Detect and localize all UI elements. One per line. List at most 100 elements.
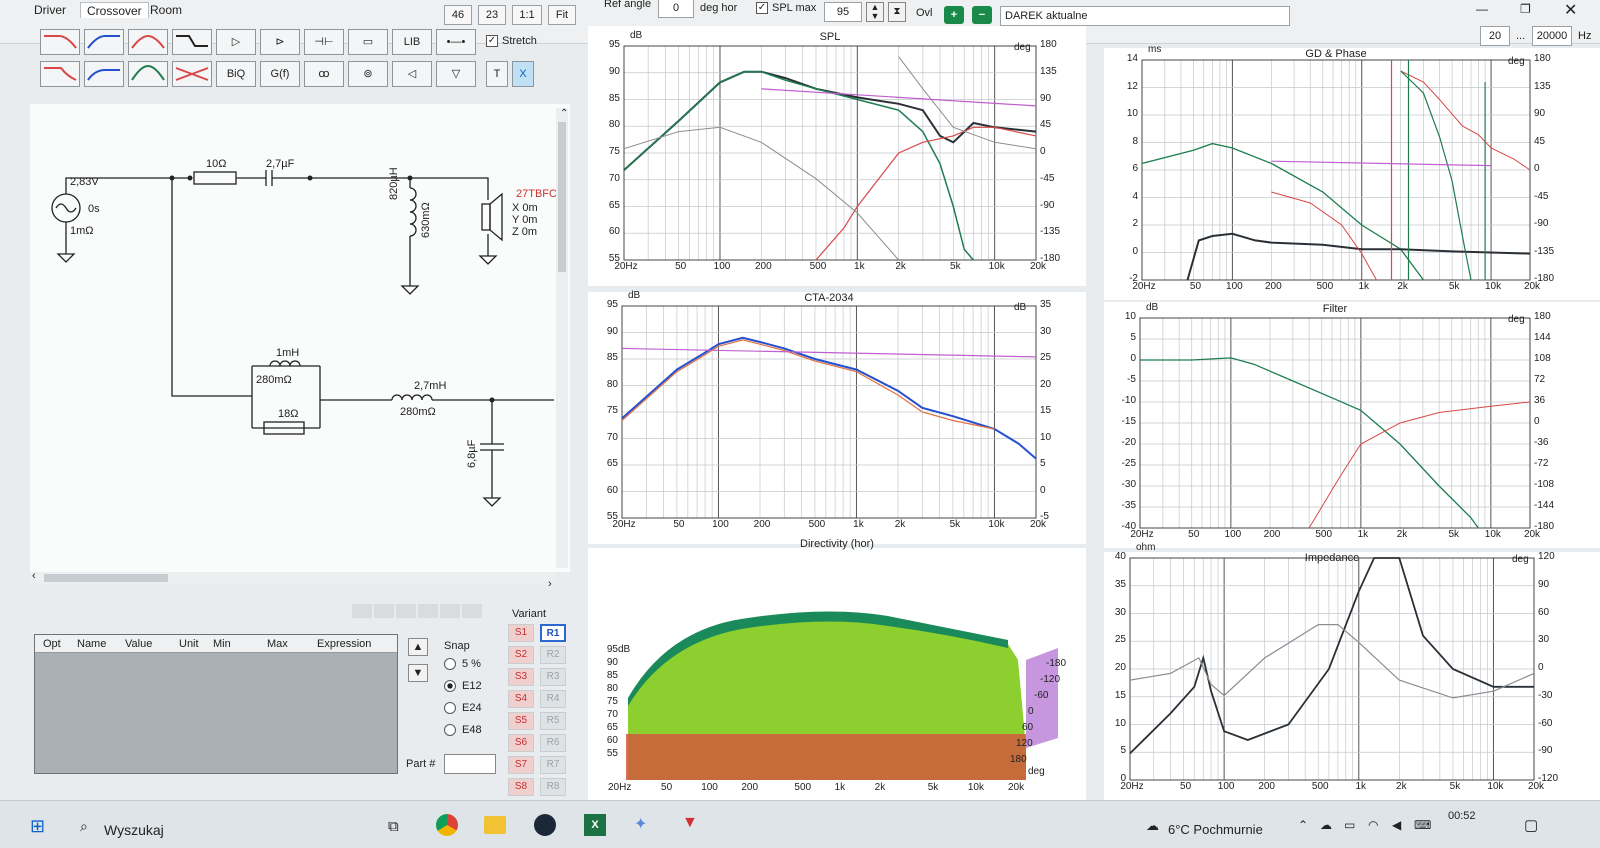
- variant-r-button[interactable]: R2: [540, 646, 566, 664]
- spl-spin-icon[interactable]: ▲ ▼: [866, 2, 884, 22]
- cta-chart-panel[interactable]: CTA-2034 95 90 85 80 75 70 65 60 55 35 30 25 20 15 10 5 0…: [588, 290, 1086, 544]
- directivity-chart-panel[interactable]: Directivity (hor) 95 90 85 80 75 70 65 60 55 dB -18…: [588, 538, 1086, 800]
- spl-max-input[interactable]: 95: [824, 2, 862, 22]
- highpass2-blue-tool-icon[interactable]: [84, 61, 124, 87]
- part-input[interactable]: [444, 754, 496, 774]
- opt-tool-icon[interactable]: [374, 604, 394, 618]
- variant-r-button[interactable]: R7: [540, 756, 566, 774]
- impedance-chart-panel[interactable]: Impedance 40 35 30 25 20 15 10 5 0 120 90 60 30 0 -30 -6…: [1104, 542, 1600, 800]
- app-icon[interactable]: ✦: [634, 814, 647, 834]
- windows-start-icon[interactable]: ⊞: [30, 816, 45, 837]
- scroll-left-icon[interactable]: ‹: [32, 570, 36, 582]
- spl-max-checkbox[interactable]: ✓: [756, 2, 768, 14]
- tab-driver[interactable]: Driver: [28, 2, 72, 18]
- remove-overlay-icon[interactable]: −: [972, 6, 992, 24]
- stretch-checkbox[interactable]: ✓: [486, 35, 498, 47]
- search-icon[interactable]: ⌕: [80, 818, 88, 835]
- zoom-1to1-button[interactable]: 1:1: [512, 5, 542, 25]
- opt-tool-icon[interactable]: [418, 604, 438, 618]
- snap-radio[interactable]: [444, 680, 456, 692]
- inductor-tool-icon[interactable]: ꝏ: [304, 61, 344, 87]
- variant-s-button[interactable]: S3: [508, 668, 534, 686]
- variant-s-button[interactable]: S8: [508, 778, 534, 796]
- notifications-icon[interactable]: ▢: [1524, 816, 1538, 834]
- bandpass-green-tool-icon[interactable]: [128, 61, 168, 87]
- capacitor-tool-icon[interactable]: ⊣⊢: [304, 29, 344, 55]
- clock-time[interactable]: 00:52: [1448, 810, 1476, 822]
- opt-tool-icon[interactable]: [352, 604, 372, 618]
- zoom-fit-button[interactable]: Fit: [548, 5, 576, 25]
- highpass-blue-tool-icon[interactable]: [84, 29, 124, 55]
- speaker-tool-icon[interactable]: ◁: [392, 61, 432, 87]
- close-icon[interactable]: ✕: [1564, 0, 1577, 20]
- variant-r-button[interactable]: R5: [540, 712, 566, 730]
- move-down-icon[interactable]: ▼: [408, 664, 428, 682]
- variant-s-button[interactable]: S2: [508, 646, 534, 664]
- opt-table[interactable]: Opt Name Value Unit Min Max Expression: [34, 634, 398, 774]
- variant-s-button[interactable]: S1: [508, 624, 534, 642]
- lowpass-red-tool-icon[interactable]: [40, 29, 80, 55]
- wire-tool-icon[interactable]: •—•: [436, 29, 476, 55]
- move-up-icon[interactable]: ▲: [408, 638, 428, 656]
- variant-r-button[interactable]: R8: [540, 778, 566, 796]
- variant-s-button[interactable]: S7: [508, 756, 534, 774]
- scroll-up-icon[interactable]: ⌃: [560, 108, 568, 119]
- buffer-tool-icon[interactable]: ▷: [216, 29, 256, 55]
- transformer-tool-icon[interactable]: ⊚: [348, 61, 388, 87]
- variant-s-button[interactable]: S6: [508, 734, 534, 752]
- add-overlay-icon[interactable]: +: [944, 6, 964, 24]
- text-tool-button[interactable]: T: [486, 61, 508, 87]
- biquad-tool-button[interactable]: BiQ: [216, 61, 256, 87]
- language-icon[interactable]: ⌨: [1414, 818, 1431, 832]
- opt-tool-icon[interactable]: [440, 604, 460, 618]
- vituixcad-icon[interactable]: ▼: [682, 814, 698, 832]
- maximize-icon[interactable]: ❐: [1520, 2, 1531, 16]
- taskbar-search[interactable]: Wyszukaj: [104, 822, 164, 838]
- scroll-right-icon[interactable]: ›: [548, 578, 552, 590]
- variant-r-button[interactable]: R6: [540, 734, 566, 752]
- minimize-icon[interactable]: —: [1476, 2, 1488, 16]
- gd-phase-chart-panel[interactable]: GD & Phase 14 12 10 8 6 4 2 0 -2 180 135 90 45 0 -45 -90…: [1104, 44, 1600, 300]
- wifi-icon[interactable]: ◠: [1368, 818, 1378, 832]
- variant-s-button[interactable]: S5: [508, 712, 534, 730]
- spl-chart-panel[interactable]: SPL 95 90 85 80 75 70 65 60 55 180 135 90 45 0 -45 -90 -1…: [588, 26, 1086, 286]
- tab-room[interactable]: Room: [144, 2, 188, 18]
- bandpass-red-tool-icon[interactable]: [128, 29, 168, 55]
- shelf-tool-icon[interactable]: [172, 29, 212, 55]
- lib-tool-button[interactable]: LIB: [392, 29, 432, 55]
- variant-r-button[interactable]: R1: [540, 624, 566, 642]
- ref-angle-input[interactable]: 0: [658, 0, 694, 18]
- chrome-icon[interactable]: [436, 814, 458, 836]
- schematic-vscroll[interactable]: [556, 108, 568, 568]
- amplifier-tool-icon[interactable]: ⊳: [260, 29, 300, 55]
- snap-radio[interactable]: [444, 724, 456, 736]
- zoom-46-button[interactable]: 46: [444, 5, 472, 25]
- volume-icon[interactable]: ◀: [1392, 818, 1401, 832]
- zoom-23-button[interactable]: 23: [478, 5, 506, 25]
- filter-chart-panel[interactable]: Filter 10 5 0 -5 -10 -15 -20 -25 -30 -35 -40 180 144 1…: [1104, 302, 1600, 548]
- crossover-tool-icon[interactable]: [172, 61, 212, 87]
- tray-expand-icon[interactable]: ⌃: [1298, 818, 1308, 832]
- steam-icon[interactable]: [534, 814, 556, 836]
- task-view-icon[interactable]: ⧉: [388, 818, 399, 835]
- excel-icon[interactable]: X: [584, 814, 606, 836]
- opt-tool-icon[interactable]: [396, 604, 416, 618]
- battery-icon[interactable]: ▭: [1344, 818, 1355, 832]
- ground-tool-icon[interactable]: ▽: [436, 61, 476, 87]
- spl-range-icon[interactable]: ⧗: [888, 2, 906, 22]
- transfer-function-tool-button[interactable]: G(f): [260, 61, 300, 87]
- variant-r-button[interactable]: R4: [540, 690, 566, 708]
- network-icon[interactable]: ☁: [1320, 818, 1332, 832]
- schematic-canvas[interactable]: 2,83V 0s 1mΩ 10Ω 2,7µF 820µH 630mΩ 27TBF…: [30, 104, 570, 572]
- schematic-hscroll[interactable]: [30, 572, 556, 584]
- tab-crossover[interactable]: Crossover: [80, 2, 149, 18]
- resistor-tool-icon[interactable]: ▭: [348, 29, 388, 55]
- freq-to-input[interactable]: 20000: [1532, 26, 1572, 46]
- lowpass2-red-tool-icon[interactable]: [40, 61, 80, 87]
- variant-s-button[interactable]: S4: [508, 690, 534, 708]
- file-explorer-icon[interactable]: [484, 816, 506, 834]
- freq-from-input[interactable]: 20: [1480, 26, 1510, 46]
- snap-radio[interactable]: [444, 658, 456, 670]
- project-name-field[interactable]: DAREK aktualne: [1000, 6, 1290, 26]
- snap-radio[interactable]: [444, 702, 456, 714]
